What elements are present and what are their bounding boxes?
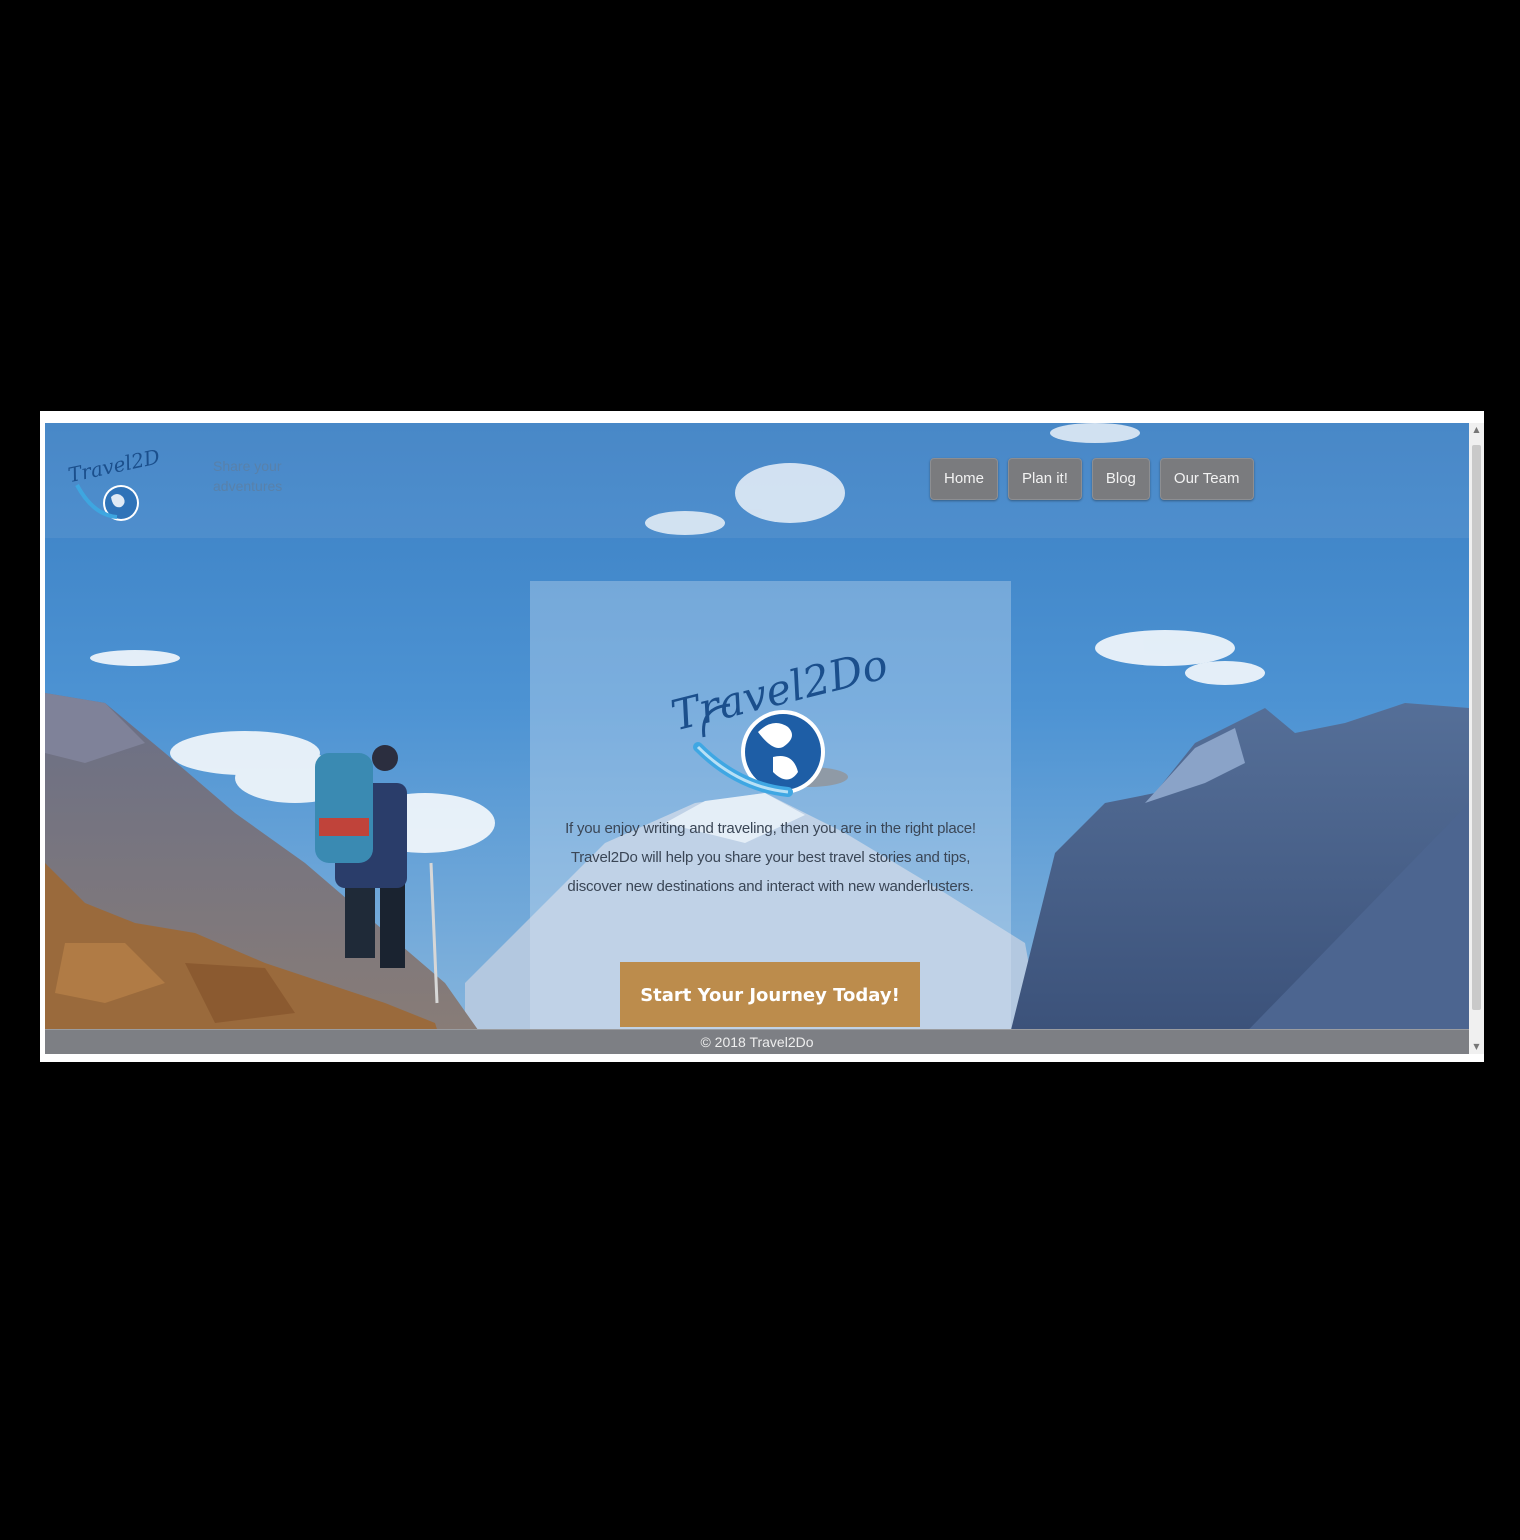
- hero-logo: Travel2Do: [666, 639, 888, 797]
- page-viewport: Travel2Do Share your adventures Home Pla…: [45, 423, 1469, 1054]
- hero-description: If you enjoy writing and traveling, then…: [565, 820, 976, 895]
- site-logo[interactable]: Travel2Do: [63, 445, 159, 525]
- nav-our-team-button[interactable]: Our Team: [1159, 458, 1254, 500]
- scrollbar-thumb[interactable]: [1472, 445, 1481, 1010]
- site-header: Travel2Do Share your adventures Home Pla…: [45, 423, 1469, 538]
- nav-blog-button[interactable]: Blog: [1091, 458, 1150, 500]
- hero-panel: Travel2Do If you enjoy writing and trave…: [530, 581, 1011, 1029]
- site-footer: © 2018 Travel2Do: [45, 1029, 1469, 1054]
- nav-home-button[interactable]: Home: [930, 458, 999, 500]
- site-tagline: Share your adventures: [213, 458, 283, 494]
- browser-window: Travel2Do Share your adventures Home Pla…: [40, 411, 1484, 1062]
- footer-copyright: © 2018 Travel2Do: [700, 1034, 814, 1050]
- nav-plan-it-button[interactable]: Plan it!: [1008, 458, 1082, 500]
- logo-wordmark: Travel2Do: [66, 445, 159, 487]
- main-nav: Home Plan it! Blog Our Team: [930, 458, 1254, 500]
- start-journey-button[interactable]: Start Your Journey Today!: [620, 962, 920, 1027]
- scroll-up-arrow-icon[interactable]: ▲: [1469, 423, 1484, 437]
- scroll-down-arrow-icon[interactable]: ▼: [1469, 1040, 1484, 1054]
- vertical-scrollbar[interactable]: ▲ ▼: [1469, 423, 1484, 1054]
